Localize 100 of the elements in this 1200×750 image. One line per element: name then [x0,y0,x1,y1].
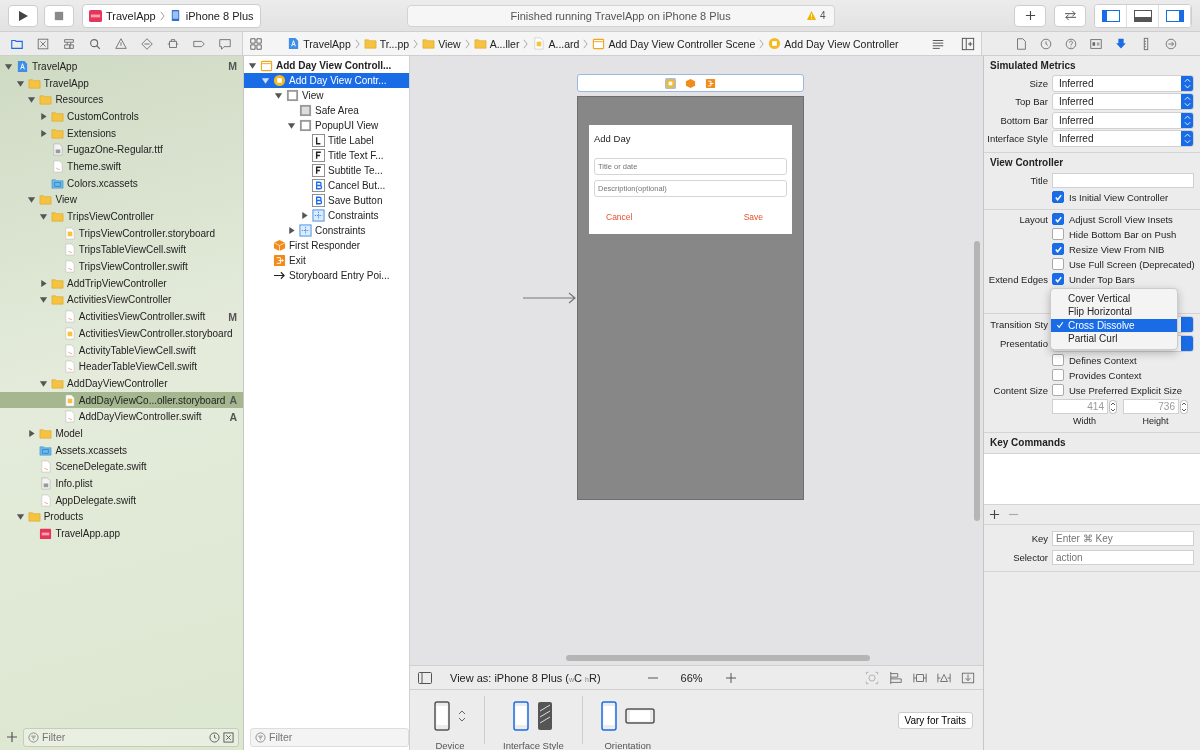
checkbox[interactable] [1052,258,1064,270]
disclosure-triangle[interactable] [39,278,49,288]
outline-row[interactable]: PopupUI View [244,118,409,133]
breadcrumb[interactable]: A...ller [473,37,520,50]
checkbox[interactable] [1052,243,1064,255]
disclosure-triangle[interactable] [27,95,37,105]
source-tab-icon[interactable] [36,36,50,51]
file-row[interactable]: SceneDelegate.swift [0,458,243,476]
cube-icon[interactable] [685,77,696,89]
filter-input[interactable]: Filter [42,731,206,743]
exit-icon[interactable] [705,77,716,89]
file-row[interactable]: HeaderTableViewCell.swift [0,358,243,376]
outline-row[interactable]: Storyboard Entry Poi... [244,268,409,283]
breadcrumb[interactable]: Add Day View Controller [768,37,899,50]
stepper-icon[interactable] [1109,399,1117,414]
add-icon[interactable] [6,731,18,743]
file-row[interactable]: Extensions [0,124,243,142]
stepper-icon[interactable] [458,709,466,722]
checkbox[interactable] [1052,384,1064,396]
outline-row[interactable]: View [244,88,409,103]
disclosure-triangle[interactable] [39,295,49,305]
panel-toggle[interactable] [1095,4,1127,27]
breadcrumb[interactable]: A...ard [532,37,580,50]
file-row[interactable]: Theme.swift [0,158,243,175]
test-tab-icon[interactable] [140,36,154,51]
breadcrumb[interactable]: Add Day View Controller Scene [592,37,756,50]
library-button[interactable] [1014,4,1046,27]
warning-tab-icon[interactable] [114,36,128,51]
disclosure-triangle[interactable] [248,61,257,70]
breadcrumb[interactable]: TravelApp [287,37,351,50]
scheme-selector[interactable]: TravelApp iPhone 8 Plus [82,3,261,28]
disclosure-triangle[interactable] [39,111,49,121]
file-row[interactable]: Colors.xcassets [0,174,243,192]
search-tab-icon[interactable] [88,36,102,51]
zoom-in-icon[interactable] [724,671,737,684]
text-field[interactable] [1052,172,1194,188]
outline-row[interactable]: Add Day View Contr... [244,73,409,88]
help-tab-icon[interactable] [1064,36,1078,51]
disclosure-triangle[interactable] [274,91,283,100]
scrollbar[interactable] [974,241,980,521]
debug-tab-icon[interactable] [166,36,180,51]
report-tab-icon[interactable] [218,36,232,51]
scope-icon[interactable] [223,731,234,743]
stop-button[interactable] [44,4,74,27]
file-row[interactable]: AddTripViewController [0,274,243,292]
dark-phone-icon[interactable] [537,700,554,731]
file-row[interactable]: CustomControls [0,108,243,125]
outline-row[interactable]: Constraints [244,223,409,238]
menu-item[interactable]: Partial Curl [1051,332,1177,346]
outline-row[interactable]: Exit [244,253,409,268]
align-icon[interactable] [889,670,903,685]
checkbox[interactable] [1052,369,1064,381]
text-field[interactable]: action [1052,549,1194,565]
menu-item[interactable]: Cross Dissolve [1051,318,1177,332]
file-row[interactable]: Assets.xcassets [0,441,243,459]
connections-tab-icon[interactable] [1164,36,1178,51]
checkbox[interactable] [1052,354,1064,366]
outline-row[interactable]: Save Button [244,193,409,208]
grid-icon[interactable] [249,36,263,51]
landscape-phone-icon[interactable] [624,707,655,724]
popup-button[interactable]: Inferred [1052,93,1194,111]
file-row[interactable]: TravelApp.app [0,525,243,542]
file-row[interactable]: ActivitiesViewController.storyboard [0,325,243,342]
hierarchy-tab-icon[interactable] [62,36,76,51]
add-editor-icon[interactable] [961,36,975,51]
file-tab-icon[interactable] [1014,36,1028,51]
menu-item[interactable]: Flip Horizontal [1051,305,1177,319]
disclosure-triangle[interactable] [287,121,296,130]
disclosure-triangle[interactable] [27,195,37,205]
filter-box[interactable]: Filter [250,727,409,747]
outline-row[interactable]: Title Text F... [244,148,409,163]
phone-icon[interactable] [434,700,450,731]
identity-tab-icon[interactable] [1089,36,1103,51]
disclosure-triangle[interactable] [287,226,296,235]
file-row[interactable]: TripsViewController [0,208,243,225]
file-row[interactable]: Info.plist [0,475,243,492]
disclosure-triangle[interactable] [300,211,309,220]
code-review-button[interactable] [1054,4,1086,27]
breadcrumb[interactable]: Tr...pp [363,37,410,50]
disclosure-triangle[interactable] [4,61,13,71]
checkbox[interactable] [1052,228,1064,240]
disclosure-triangle[interactable] [27,428,37,438]
file-row[interactable]: ActivitiesViewController [0,291,243,309]
menu-item[interactable]: Cover Vertical [1051,291,1177,305]
scene-dock[interactable] [577,74,804,92]
disclosure-triangle[interactable] [261,76,270,85]
breadcrumb[interactable]: View [422,37,461,50]
text-field[interactable]: Enter ⌘ Key [1052,531,1194,547]
outline-row[interactable]: Cancel But... [244,178,409,193]
stepper-icon[interactable] [1180,399,1188,414]
filter-input[interactable]: Filter [269,731,404,743]
outline-row[interactable]: Safe Area [244,103,409,118]
embed-icon[interactable] [961,670,975,685]
checkbox[interactable] [1052,273,1064,285]
disclosure-triangle[interactable] [15,78,25,88]
checkbox[interactable] [1052,213,1064,225]
history-tab-icon[interactable] [1039,36,1053,51]
file-row[interactable]: TravelApp M [0,58,243,75]
file-row[interactable]: View [0,191,243,209]
file-row[interactable]: TravelApp [0,74,243,92]
